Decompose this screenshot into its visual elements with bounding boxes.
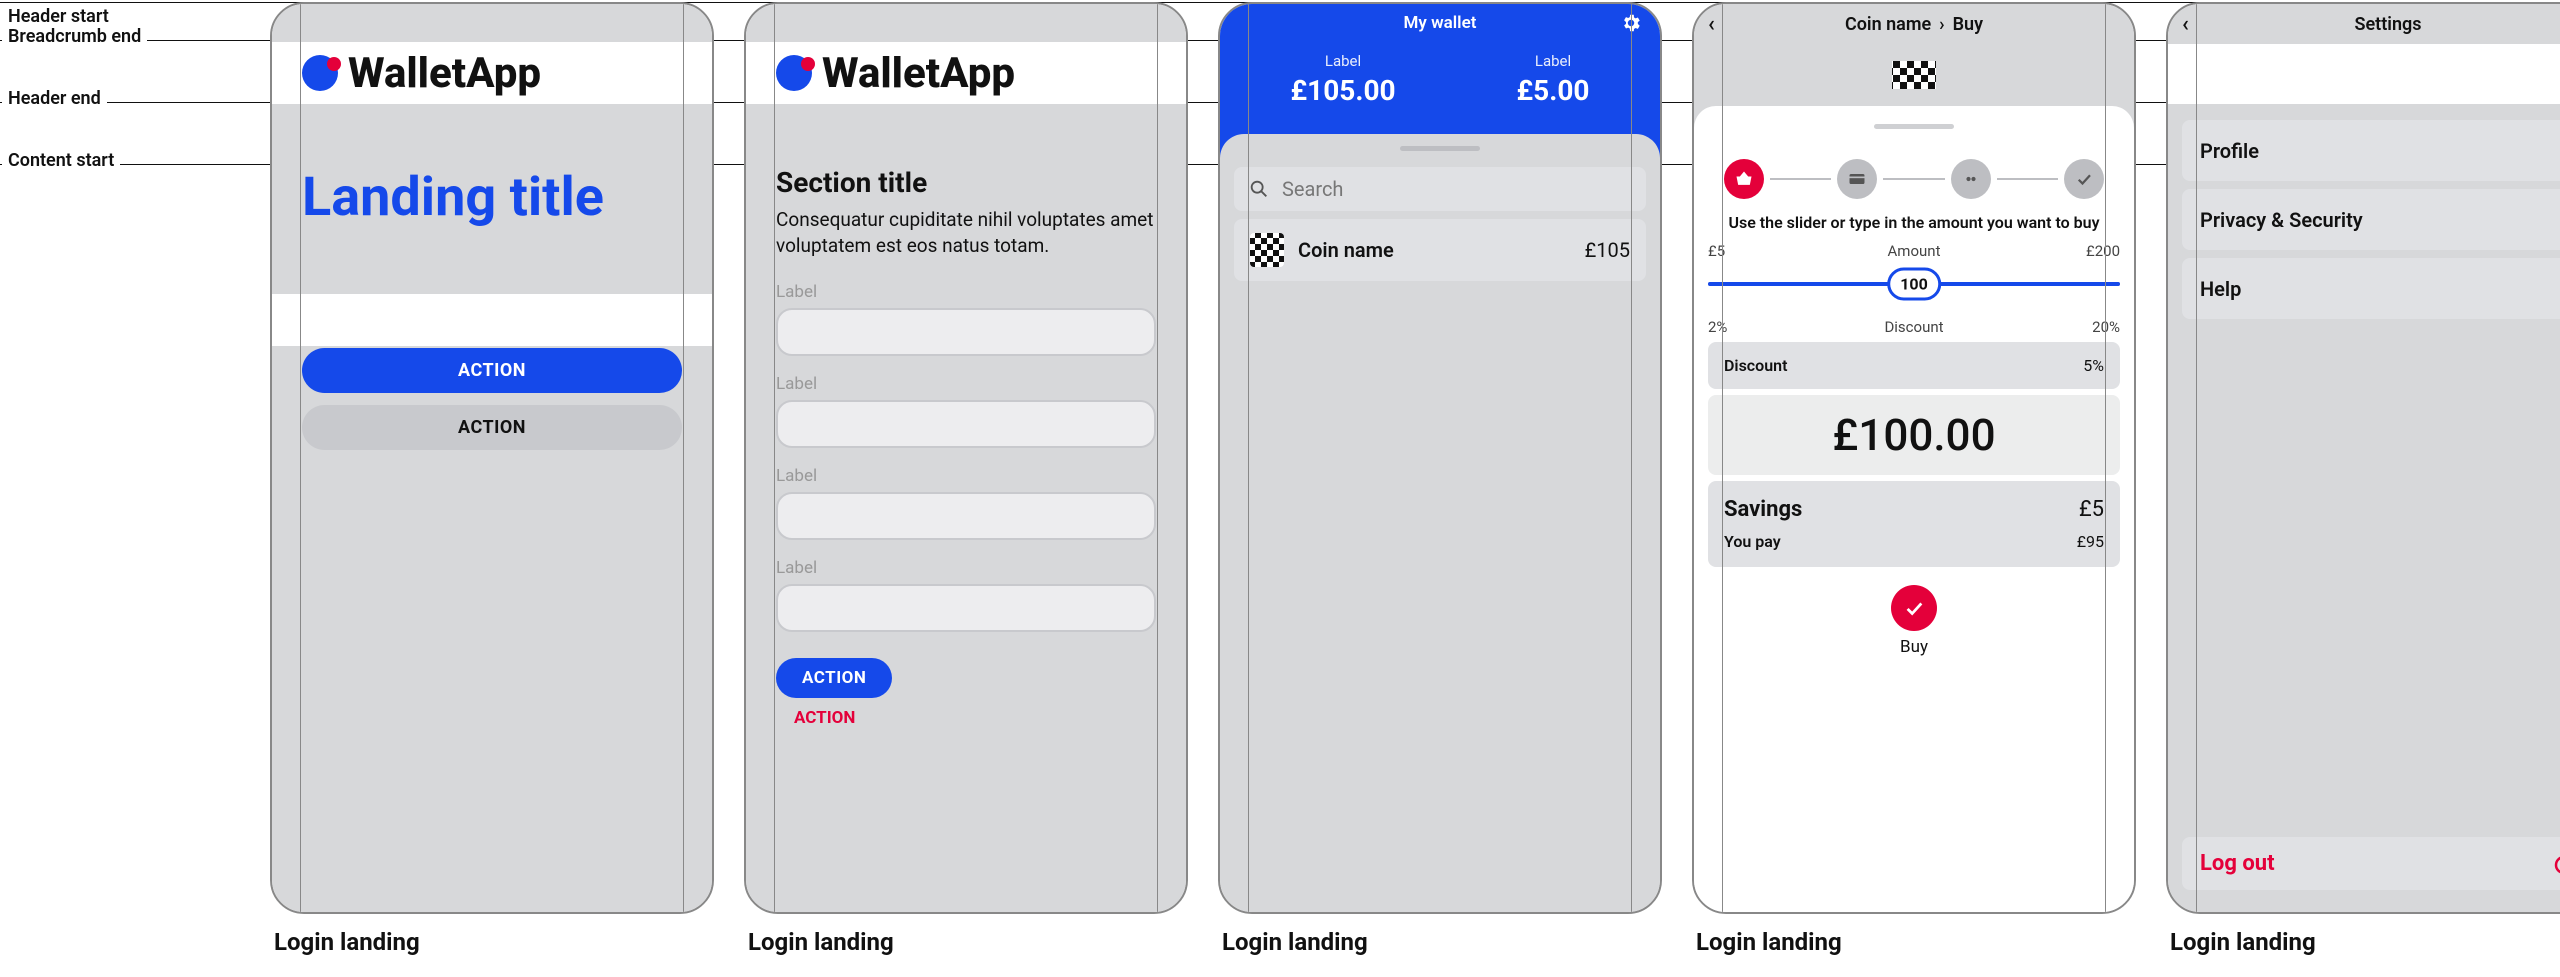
screen-caption: Login landing xyxy=(1692,928,2136,956)
step-card-icon[interactable] xyxy=(1837,159,1877,199)
drag-handle[interactable] xyxy=(1874,124,1954,129)
page-title: Settings xyxy=(2355,14,2422,35)
balance-value: £105.00 xyxy=(1290,74,1395,107)
amount-label: Amount xyxy=(1888,242,1941,260)
coin-row[interactable]: Coin name £105 xyxy=(1234,219,1646,281)
check-icon xyxy=(1903,597,1925,619)
submit-button[interactable]: ACTION xyxy=(776,658,892,698)
amount-max: £200 xyxy=(2086,242,2120,260)
section-body: Consequatur cupiditate nihil voluptates … xyxy=(776,207,1156,258)
search-icon xyxy=(1248,178,1270,200)
primary-action-button[interactable]: ACTION xyxy=(302,348,682,393)
step-dots-icon[interactable] xyxy=(1951,159,1991,199)
text-input[interactable] xyxy=(776,492,1156,540)
slider-thumb[interactable]: 100 xyxy=(1887,268,1941,301)
balance-label: Label xyxy=(1290,52,1395,70)
settings-item-profile[interactable]: Profile › xyxy=(2182,120,2560,181)
coin-value: £105 xyxy=(1585,238,1630,262)
step-done-icon[interactable] xyxy=(2064,159,2104,199)
screen-wallet: My wallet Label £105.00 Label £5.00 xyxy=(1218,2,1662,914)
search-placeholder: Search xyxy=(1282,177,1343,201)
settings-item-label: Profile xyxy=(2200,139,2259,163)
logout-button[interactable]: Log out xyxy=(2182,837,2560,890)
settings-item-privacy[interactable]: Privacy & Security › xyxy=(2182,189,2560,250)
landing-title: Landing title xyxy=(302,168,682,227)
balance-value: £5.00 xyxy=(1517,74,1590,107)
screen-caption: Login landing xyxy=(270,928,714,956)
discount-label: Discount xyxy=(1884,318,1943,336)
savings-value: £5 xyxy=(2079,497,2104,522)
amount-display[interactable]: £100.00 xyxy=(1708,395,2120,475)
discount-row-value: 5% xyxy=(2083,356,2104,375)
screen-caption: Login landing xyxy=(744,928,1188,956)
brand-logo-icon xyxy=(302,55,338,91)
settings-item-label: Privacy & Security xyxy=(2200,208,2363,232)
instruction-text: Use the slider or type in the amount you… xyxy=(1694,213,2134,242)
discount-min: 2% xyxy=(1708,318,1727,336)
back-icon[interactable]: ‹ xyxy=(2182,12,2189,37)
field-label: Label xyxy=(776,466,1156,486)
back-icon[interactable]: ‹ xyxy=(1708,12,1715,37)
screen-buy: ‹ Coin name › Buy xyxy=(1692,2,2136,914)
breadcrumb-current: Buy xyxy=(1953,14,1983,35)
screen-landing-simple: WalletApp Landing title ACTION ACTION xyxy=(270,2,714,914)
youpay-label: You pay xyxy=(1724,532,1781,551)
settings-item-label: Help xyxy=(2200,277,2241,301)
discount-max: 20% xyxy=(2092,318,2120,336)
accent-link[interactable]: ACTION xyxy=(776,698,1156,738)
secondary-action-button[interactable]: ACTION xyxy=(302,405,682,450)
breadcrumb-separator-icon: › xyxy=(1939,14,1944,35)
section-title: Section title xyxy=(776,166,1156,199)
guide-breadcrumb-end: Breadcrumb end xyxy=(2,24,147,49)
brand-logo-icon xyxy=(776,55,812,91)
drag-handle[interactable] xyxy=(1400,146,1480,151)
buy-label: Buy xyxy=(1694,637,2134,657)
screen-form: WalletApp Section title Consequatur cupi… xyxy=(744,2,1188,914)
brand-name: WalletApp xyxy=(822,49,1015,98)
discount-row-label: Discount xyxy=(1724,356,1787,375)
screen-caption: Login landing xyxy=(2166,928,2560,956)
step-basket-icon[interactable] xyxy=(1724,159,1764,199)
text-input[interactable] xyxy=(776,308,1156,356)
balance-label: Label xyxy=(1517,52,1590,70)
buy-button[interactable] xyxy=(1891,585,1937,631)
settings-item-help[interactable]: Help › xyxy=(2182,258,2560,319)
coin-icon xyxy=(1250,233,1284,267)
guide-content-start: Content start xyxy=(2,148,120,173)
savings-title: Savings xyxy=(1724,497,1802,522)
text-input[interactable] xyxy=(776,584,1156,632)
coin-name: Coin name xyxy=(1298,238,1394,262)
screen-caption: Login landing xyxy=(1218,928,1662,956)
amount-slider[interactable]: 100 xyxy=(1708,264,2120,304)
logout-label: Log out xyxy=(2200,851,2275,876)
field-label: Label xyxy=(776,558,1156,578)
screen-settings: ‹ Settings Profile › Privacy & Security … xyxy=(2166,2,2560,914)
page-title: My wallet xyxy=(1404,13,1477,33)
search-input[interactable]: Search xyxy=(1234,167,1646,211)
brand-name: WalletApp xyxy=(348,49,541,98)
power-icon xyxy=(2552,852,2560,876)
youpay-value: £95 xyxy=(2077,532,2104,551)
guide-header-end: Header end xyxy=(2,86,107,111)
breadcrumb-parent[interactable]: Coin name xyxy=(1845,14,1931,35)
field-label: Label xyxy=(776,282,1156,302)
field-label: Label xyxy=(776,374,1156,394)
text-input[interactable] xyxy=(776,400,1156,448)
coin-icon xyxy=(1892,61,1936,89)
